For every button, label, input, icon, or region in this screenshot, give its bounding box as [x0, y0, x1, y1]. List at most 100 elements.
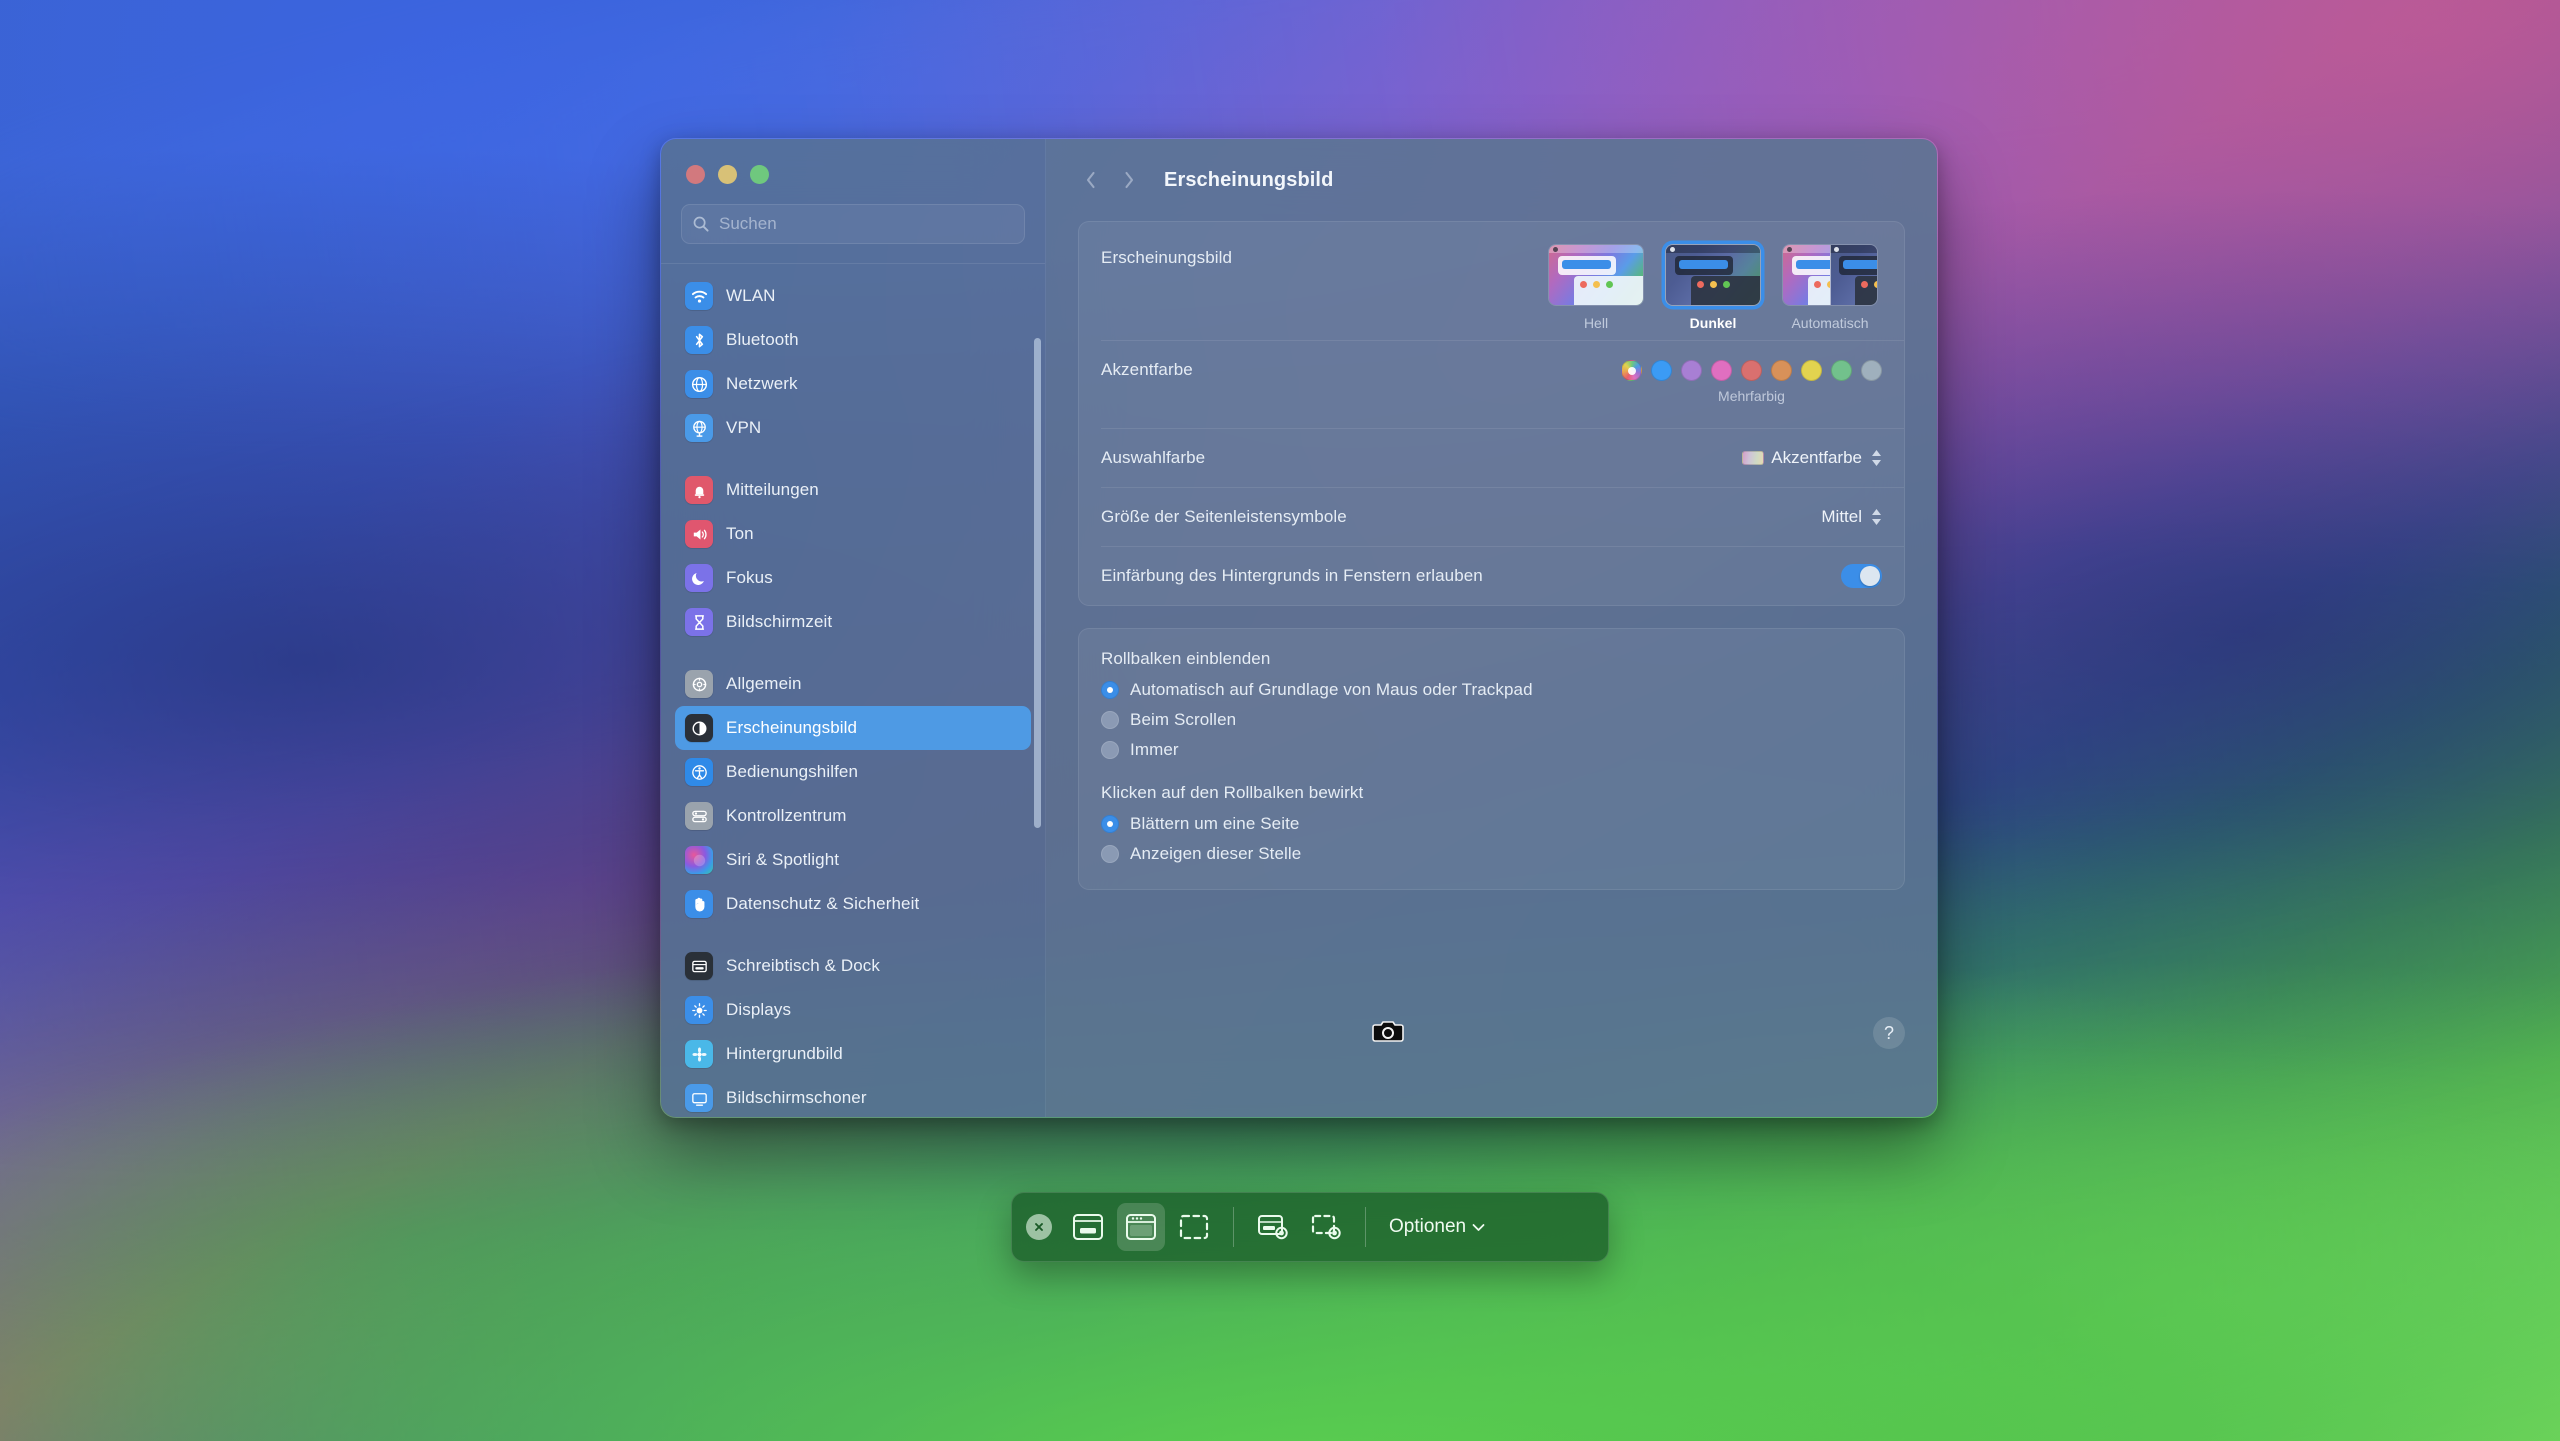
accent-swatch-red[interactable]: [1741, 360, 1762, 381]
sidebar-item-vpn[interactable]: VPN: [675, 406, 1031, 450]
radio-button[interactable]: [1101, 681, 1119, 699]
appearance-option-dark[interactable]: Dunkel: [1661, 244, 1765, 331]
chevron-down-icon: [1472, 1223, 1485, 1232]
sidebar-item-schreibtisch-dock[interactable]: Schreibtisch & Dock: [675, 944, 1031, 988]
options-button[interactable]: Optionen: [1389, 1216, 1485, 1238]
sidebar-item-displays[interactable]: Displays: [675, 988, 1031, 1032]
appearance-option-auto[interactable]: Automatisch: [1778, 244, 1882, 331]
accent-row-label: Akzentfarbe: [1101, 360, 1621, 380]
scrollbar-settings-card: Rollbalken einblenden Automatisch auf Gr…: [1078, 628, 1905, 890]
accent-swatch-purple[interactable]: [1681, 360, 1702, 381]
hourglass-icon: [685, 608, 713, 636]
help-button[interactable]: ?: [1873, 1017, 1905, 1049]
highlight-popup-button[interactable]: Akzentfarbe: [1742, 448, 1882, 468]
maximize-window-button[interactable]: [750, 165, 769, 184]
sidebar-item-label: Erscheinungsbild: [726, 718, 857, 738]
page-title: Erscheinungsbild: [1164, 169, 1333, 192]
record-selected-portion-button[interactable]: [1302, 1203, 1350, 1251]
accent-swatch-multicolor[interactable]: [1621, 360, 1642, 381]
radio-scrollbar-always[interactable]: Immer: [1101, 735, 1882, 765]
sidebar-item-label: Netzwerk: [726, 374, 798, 394]
sidebar-item-kontrollzentrum[interactable]: Kontrollzentrum: [675, 794, 1031, 838]
sidebar-item-datenschutz-sicherheit[interactable]: Datenschutz & Sicherheit: [675, 882, 1031, 926]
content-body: Erscheinungsbild: [1046, 221, 1937, 1117]
close-icon[interactable]: [1026, 1214, 1052, 1240]
search-icon: [692, 215, 710, 233]
sidebar-item-label: WLAN: [726, 286, 776, 306]
radio-button[interactable]: [1101, 815, 1119, 833]
control-center-icon: [685, 802, 713, 830]
accent-swatch-graphite[interactable]: [1861, 360, 1882, 381]
forward-chevron-icon: [1122, 169, 1136, 191]
group-spacer: [1101, 765, 1882, 783]
search-box[interactable]: [681, 204, 1025, 244]
accent-swatch-orange[interactable]: [1771, 360, 1792, 381]
appearance-option-light[interactable]: Hell: [1544, 244, 1648, 331]
appearance-caption: Dunkel: [1690, 315, 1737, 331]
sidebar-item-wlan[interactable]: WLAN: [675, 274, 1031, 318]
sidebar-item-bedienungshilfen[interactable]: Bedienungshilfen: [675, 750, 1031, 794]
minimize-window-button[interactable]: [718, 165, 737, 184]
back-button[interactable]: [1074, 163, 1108, 197]
sidebar-item-label: Bildschirmzeit: [726, 612, 832, 632]
accent-swatch-list[interactable]: [1621, 360, 1882, 381]
sidebar-scrollbar[interactable]: [1034, 338, 1041, 828]
toolbar-divider: [1233, 1207, 1234, 1247]
capture-selected-window-button[interactable]: [1117, 1203, 1165, 1251]
radio-button[interactable]: [1101, 845, 1119, 863]
appearance-thumb-dark: [1665, 244, 1761, 306]
appearance-mode-picker[interactable]: Hell: [1544, 244, 1882, 331]
highlight-row-label: Auswahlfarbe: [1101, 448, 1742, 468]
sidebar-item-mitteilungen[interactable]: Mitteilungen: [675, 468, 1031, 512]
sidebar-item-label: Datenschutz & Sicherheit: [726, 894, 919, 914]
highlight-color-preview: [1742, 451, 1764, 465]
system-settings-window[interactable]: WLAN Bluetooth Netzwerk: [660, 138, 1938, 1118]
sidebar-group-network: WLAN Bluetooth Netzwerk: [675, 274, 1031, 450]
radio-button[interactable]: [1101, 741, 1119, 759]
sidebar-icon-size-popup-button[interactable]: Mittel: [1821, 507, 1882, 527]
accent-swatch-blue[interactable]: [1651, 360, 1672, 381]
sidebar-item-fokus[interactable]: Fokus: [675, 556, 1031, 600]
radio-label: Immer: [1130, 740, 1179, 760]
close-window-button[interactable]: [686, 165, 705, 184]
vpn-globe-icon: [685, 414, 713, 442]
allow-wallpaper-tinting-row: Einfärbung des Hintergrunds in Fenstern …: [1079, 546, 1904, 605]
accent-swatch-yellow[interactable]: [1801, 360, 1822, 381]
sidebar-icon-size-value: Mittel: [1821, 507, 1862, 527]
sidebar-item-bildschirmschoner[interactable]: Bildschirmschoner: [675, 1076, 1031, 1117]
sidebar-item-label: Bluetooth: [726, 330, 799, 350]
radio-click-jump-page[interactable]: Blättern um eine Seite: [1101, 809, 1882, 839]
radio-scrollbar-when-scrolling[interactable]: Beim Scrollen: [1101, 705, 1882, 735]
sidebar-item-netzwerk[interactable]: Netzwerk: [675, 362, 1031, 406]
sidebar-item-bildschirmzeit[interactable]: Bildschirmzeit: [675, 600, 1031, 644]
sidebar-icon-size-label: Größe der Seitenleistensymbole: [1101, 507, 1821, 527]
screenshot-toolbar[interactable]: Optionen: [1011, 1192, 1609, 1262]
accent-swatch-green[interactable]: [1831, 360, 1852, 381]
sidebar-scroll-area[interactable]: WLAN Bluetooth Netzwerk: [661, 264, 1045, 1117]
sidebar-item-hintergrundbild[interactable]: Hintergrundbild: [675, 1032, 1031, 1076]
sidebar-item-bluetooth[interactable]: Bluetooth: [675, 318, 1031, 362]
capture-entire-screen-button[interactable]: [1064, 1203, 1112, 1251]
search-input[interactable]: [719, 214, 1014, 234]
radio-button[interactable]: [1101, 711, 1119, 729]
capture-selected-portion-button[interactable]: [1170, 1203, 1218, 1251]
appearance-row-label: Erscheinungsbild: [1101, 244, 1544, 268]
sidebar-item-allgemein[interactable]: Allgemein: [675, 662, 1031, 706]
sidebar-item-erscheinungsbild[interactable]: Erscheinungsbild: [675, 706, 1031, 750]
forward-button[interactable]: [1112, 163, 1146, 197]
camera-cursor-icon: [1372, 1018, 1404, 1044]
screensaver-icon: [685, 1084, 713, 1112]
allow-wallpaper-tinting-toggle[interactable]: [1841, 564, 1882, 588]
settings-content-pane: Erscheinungsbild Erscheinungsbild: [1046, 139, 1937, 1117]
accent-swatch-pink[interactable]: [1711, 360, 1732, 381]
sidebar-item-siri-spotlight[interactable]: Siri & Spotlight: [675, 838, 1031, 882]
accent-selected-label: Mehrfarbig: [1718, 388, 1785, 404]
sidebar-item-label: Siri & Spotlight: [726, 850, 839, 870]
sidebar-item-label: Mitteilungen: [726, 480, 819, 500]
sidebar-item-ton[interactable]: Ton: [675, 512, 1031, 556]
content-header: Erscheinungsbild: [1046, 139, 1937, 221]
record-entire-screen-button[interactable]: [1249, 1203, 1297, 1251]
radio-click-jump-to-spot[interactable]: Anzeigen dieser Stelle: [1101, 839, 1882, 869]
radio-scrollbar-auto[interactable]: Automatisch auf Grundlage von Maus oder …: [1101, 675, 1882, 705]
back-chevron-icon: [1084, 169, 1098, 191]
